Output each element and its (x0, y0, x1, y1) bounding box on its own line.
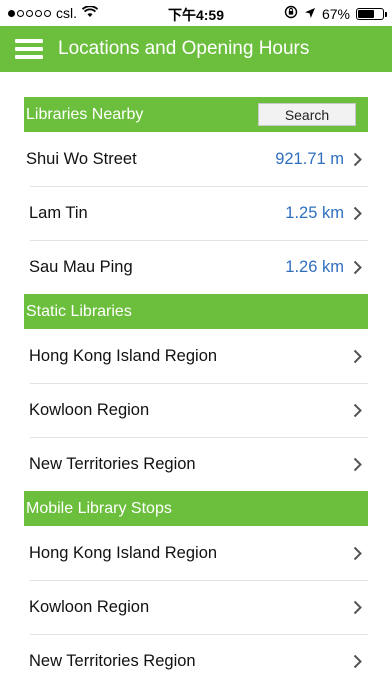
section-title: Mobile Library Stops (26, 499, 172, 517)
nearby-library-row[interactable]: Lam Tin 1.25 km (24, 186, 368, 240)
battery-percent: 67% (321, 5, 350, 22)
orientation-lock-icon (284, 5, 298, 22)
region-name: Hong Kong Island Region (29, 346, 218, 365)
region-name: Hong Kong Island Region (29, 543, 218, 562)
region-name: New Territories Region (29, 651, 196, 670)
section-title: Libraries Nearby (26, 105, 144, 123)
search-button[interactable]: Search (258, 103, 356, 126)
battery-level (358, 9, 375, 18)
page-title: Locations and Opening Hours (58, 38, 310, 59)
library-distance: 921.71 m (275, 149, 344, 168)
chevron-right-icon (353, 457, 362, 472)
mobile-region-row[interactable]: Hong Kong Island Region (24, 526, 368, 580)
chevron-right-icon (353, 152, 362, 167)
mobile-region-row[interactable]: New Territories Region (24, 634, 368, 688)
region-name: Kowloon Region (29, 597, 150, 616)
content-list: Libraries Nearby Search Shui Wo Street 9… (24, 97, 368, 688)
chevron-right-icon (353, 654, 362, 669)
section-title: Static Libraries (26, 302, 132, 320)
hamburger-menu-icon (15, 39, 43, 59)
library-name: Lam Tin (29, 203, 88, 222)
section-header-static: Static Libraries (24, 294, 368, 329)
mobile-region-row[interactable]: Kowloon Region (24, 580, 368, 634)
static-region-row[interactable]: Kowloon Region (24, 383, 368, 437)
section-header-nearby: Libraries Nearby Search (24, 97, 368, 132)
menu-button[interactable] (0, 26, 58, 72)
chevron-right-icon (353, 403, 362, 418)
status-bar: csl. 下午4:59 67% (0, 0, 392, 26)
library-distance: 1.26 km (285, 257, 344, 276)
library-distance: 1.25 km (285, 203, 344, 222)
chevron-right-icon (353, 206, 362, 221)
library-name: Shui Wo Street (26, 149, 137, 168)
chevron-right-icon (353, 546, 362, 561)
status-right: 67% (284, 5, 387, 22)
section-header-mobile: Mobile Library Stops (24, 491, 368, 526)
app-header: Locations and Opening Hours (0, 26, 392, 72)
chevron-right-icon (353, 600, 362, 615)
static-region-row[interactable]: Hong Kong Island Region (24, 329, 368, 383)
nearby-library-row[interactable]: Shui Wo Street 921.71 m (24, 132, 368, 186)
library-name: Sau Mau Ping (29, 257, 133, 276)
region-name: New Territories Region (29, 454, 196, 473)
chevron-right-icon (353, 260, 362, 275)
nearby-library-row[interactable]: Sau Mau Ping 1.26 km (24, 240, 368, 294)
chevron-right-icon (353, 349, 362, 364)
location-arrow-icon (304, 6, 316, 22)
region-name: Kowloon Region (29, 400, 150, 419)
battery-icon (356, 7, 387, 20)
static-region-row[interactable]: New Territories Region (24, 437, 368, 491)
